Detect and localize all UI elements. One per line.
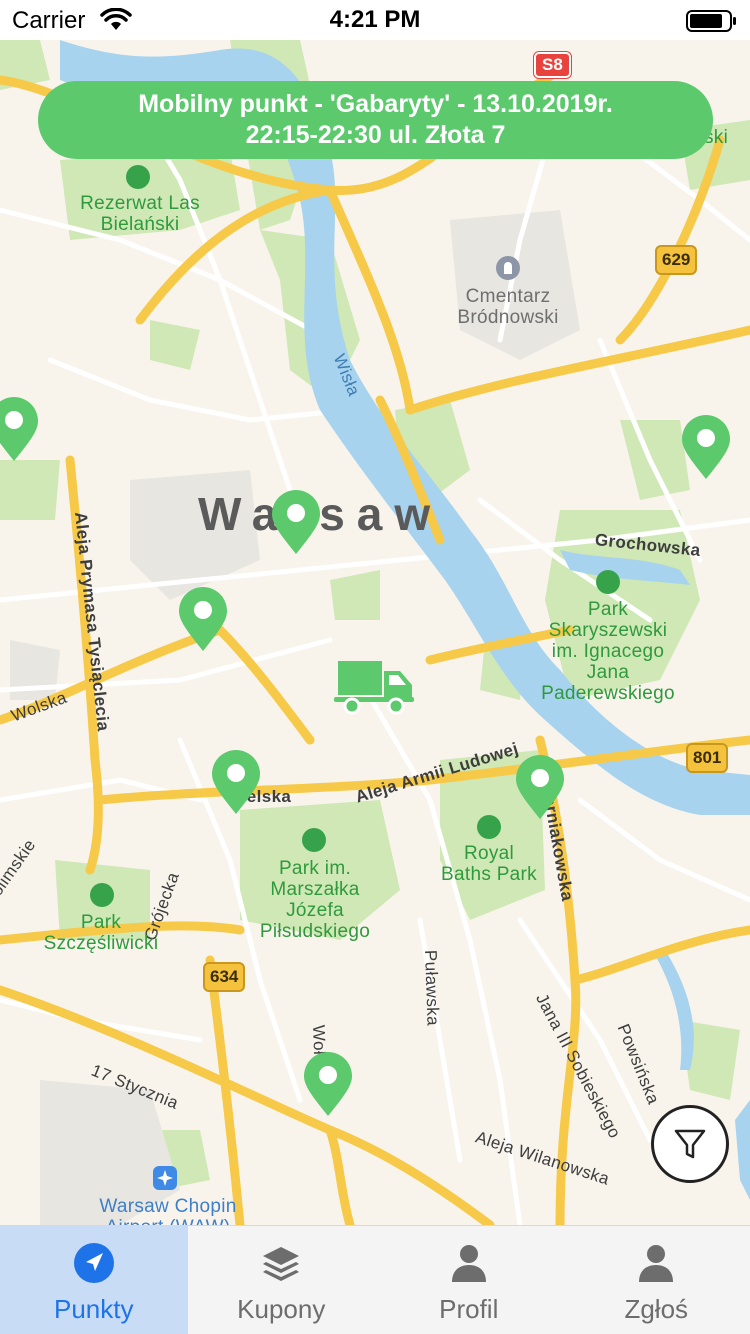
tab-label: Punkty (54, 1294, 134, 1324)
park-icon (596, 570, 620, 594)
map-pin-icon[interactable] (210, 750, 262, 816)
map-pin-icon[interactable] (0, 397, 40, 463)
park-icon (90, 883, 114, 907)
map-pin-icon[interactable] (177, 587, 229, 653)
road-shield-s8: S8 (534, 52, 571, 78)
park-icon (477, 815, 501, 839)
map-pin-icon[interactable] (302, 1052, 354, 1118)
location-arrow-icon (73, 1243, 114, 1283)
park-label-skaryszewski: Park Skaryszewski im. Ignacego Jana Pade… (541, 599, 675, 704)
park-label-szczesliwicki: Park Szczęśliwicki (43, 912, 159, 954)
tab-profil[interactable]: Profil (375, 1226, 563, 1334)
tab-bar: Punkty Kupony Profil Zgłoś (0, 1225, 750, 1334)
park-icon (302, 828, 326, 852)
banner-line-1: Mobilny punkt - 'Gabaryty' - 13.10.2019r… (138, 90, 613, 118)
street-label-pulawska: Puławska (421, 949, 443, 1027)
mobile-point-banner[interactable]: Mobilny punkt - 'Gabaryty' - 13.10.2019r… (38, 81, 713, 159)
truck-icon[interactable] (334, 657, 416, 717)
tab-label: Kupony (237, 1294, 326, 1324)
map-pin-icon[interactable] (514, 755, 566, 821)
map-pin-icon[interactable] (680, 415, 732, 481)
person-icon (451, 1245, 486, 1282)
tab-label: Zgłoś (624, 1294, 689, 1324)
map-view[interactable]: Wisła Grochowska Aleja Prymasa Tysiąclec… (0, 40, 750, 1225)
airport-icon (153, 1166, 177, 1190)
cemetery-icon (496, 256, 520, 280)
park-label-pilsudski: Park im. Marszałka Józefa Piłsudskiego (259, 858, 371, 942)
park-label-rezerwat: Rezerwat Las Bielański (80, 193, 200, 235)
filter-button[interactable] (651, 1105, 729, 1183)
tab-zglos[interactable]: Zgłoś (563, 1226, 750, 1334)
park-icon (126, 165, 150, 189)
road-shield-634: 634 (203, 962, 246, 992)
app-screen: Carrier 4:21 PM Wisła Grochowska Aleja P… (0, 0, 750, 1334)
clock: 4:21 PM (329, 6, 421, 33)
status-bar: Carrier 4:21 PM (0, 0, 750, 40)
battery-icon (686, 10, 736, 32)
person-icon (639, 1245, 674, 1282)
map-pin-icon[interactable] (270, 490, 322, 556)
banner-line-2: 22:15-22:30 ul. Złota 7 (245, 121, 506, 149)
layers-icon (263, 1247, 300, 1281)
park-label-royal-baths: Royal Baths Park (441, 843, 537, 885)
tab-label: Profil (439, 1294, 499, 1324)
road-shield-629: 629 (655, 245, 698, 275)
filter-icon (674, 1129, 706, 1159)
airport-label: Warsaw Chopin Airport (WAW) (99, 1196, 237, 1225)
road-shield-801: 801 (686, 743, 729, 773)
tab-punkty[interactable]: Punkty (0, 1226, 188, 1334)
tab-kupony[interactable]: Kupony (188, 1226, 376, 1334)
cemetery-label: Cmentarz Bródnowski (457, 286, 559, 328)
